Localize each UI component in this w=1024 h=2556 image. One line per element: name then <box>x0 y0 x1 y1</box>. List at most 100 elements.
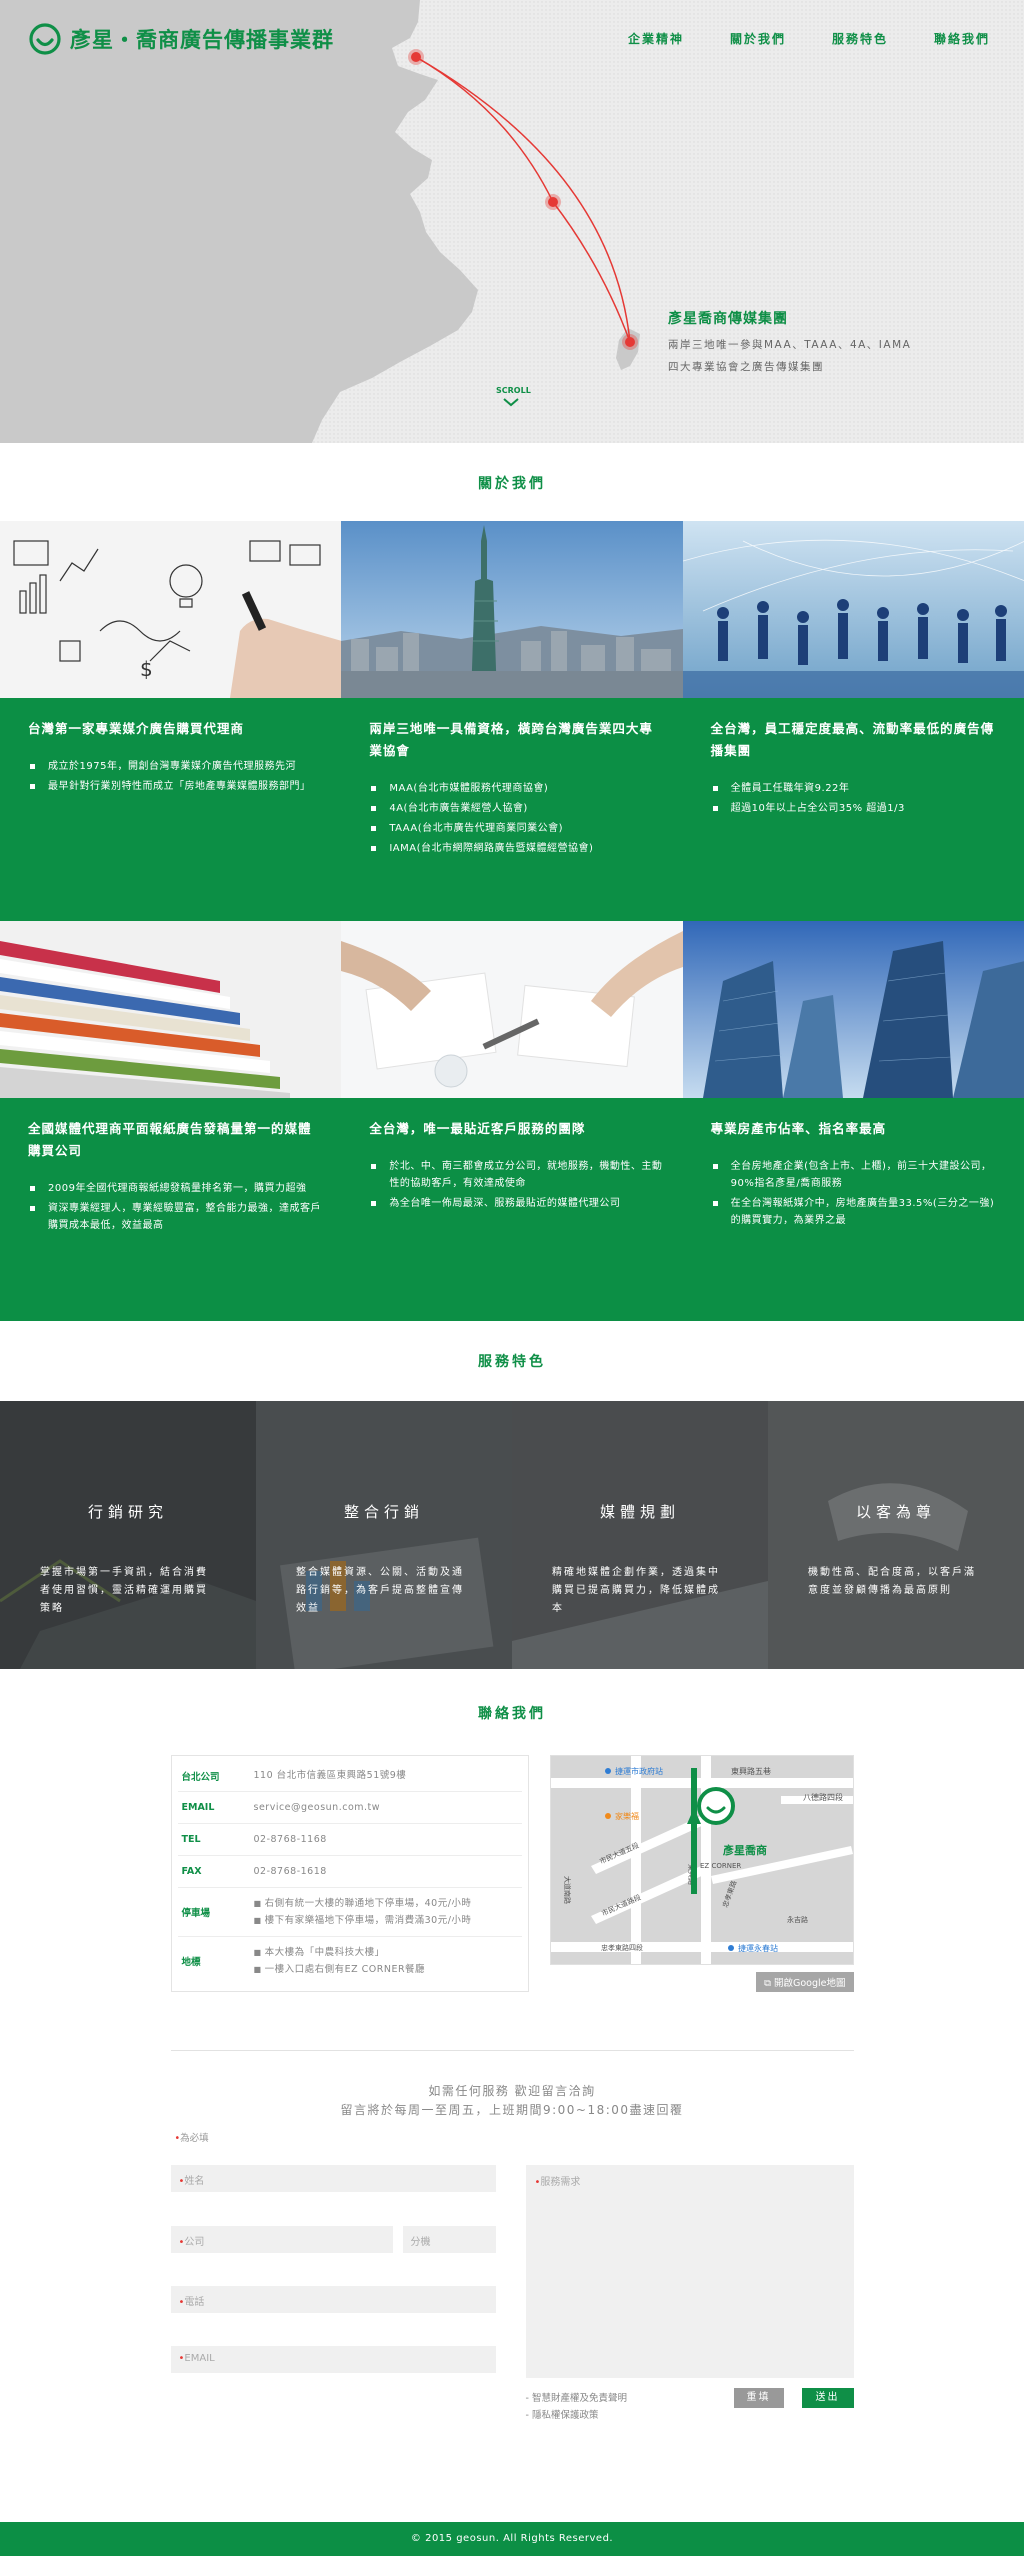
map-label-road4: 大道南路 <box>563 1876 572 1904</box>
about-card-item: 2009年全國代理商報紙總發稿量排名第一，購買力超強 <box>28 1180 321 1197</box>
logo-text: 彥星‧喬商廣告傳播事業群 <box>70 27 334 52</box>
contact-row-landmark: 地標 本大樓為「中農科技大樓」 一樓入口處右側有EZ CORNER餐廳 <box>178 1937 522 1985</box>
service-card-integrated[interactable]: 整合行銷 整合媒體資源、公關、活動及通路行銷等，為客戶提高整體宣傳效益 <box>256 1401 512 1669</box>
nav-services[interactable]: 服務特色 <box>832 30 888 47</box>
contact-row-parking: 停車場 右側有統一大樓的聯通地下停車場，40元/小時 樓下有家樂福地下停車場，需… <box>177 1888 522 1937</box>
submit-button[interactable]: 送出 <box>801 2388 854 2408</box>
parking-line: 右側有統一大樓的聯通地下停車場，40元/小時 <box>254 1895 516 1912</box>
about-card-item: 4A(台北市廣告業經營人協會) <box>369 800 662 817</box>
contact-key: EMAIL <box>181 1802 215 1813</box>
street-map-image[interactable]: 捷運市政府站 東興路五巷 八德路四段 家樂福 市民大道五段 大道南路 東興路 彥… <box>549 1755 854 1965</box>
about-grid: $ 台灣第一家專業媒介廣告購買代理商 成立於1975年，開創台灣專業媒介廣告代理… <box>0 521 1024 1321</box>
privacy-policy-link[interactable]: - 隱私權保護政策 <box>526 2407 627 2424</box>
business-sketch-photo: $ <box>0 521 342 698</box>
required-note-text: 為必填 <box>180 2133 209 2144</box>
email-input[interactable]: •EMAIL <box>170 2346 496 2373</box>
hero-banner: 彥星‧喬商廣告傳播事業群 企業精神 關於我們 服務特色 聯絡我們 彥星喬商傳媒集… <box>0 0 1024 443</box>
nav-about[interactable]: 關於我們 <box>730 30 786 47</box>
smile-logo-icon <box>29 23 61 55</box>
map-label-road8: 永吉路 <box>787 1915 808 1924</box>
about-card-item: 於北、中、南三都會成立分公司，就地服務，機動性、主動性的協助客戶，有效達成使命 <box>369 1158 662 1192</box>
message-textarea[interactable]: •服務需求 <box>525 2165 854 2378</box>
about-card-heading: 全台灣，員工穩定度最高、流動率最低的廣告傳播集團 <box>710 721 995 758</box>
contact-key: TEL <box>181 1834 201 1845</box>
team-celebration-photo <box>682 521 1024 698</box>
scroll-indicator[interactable]: SCROLL <box>496 386 531 407</box>
about-section: 關於我們 $ 台灣第一家專業媒介廣告購買代理商 成立於1975年，開創台灣專業媒… <box>0 443 1024 1321</box>
map-label-company: 彥星喬商 <box>722 1843 767 1857</box>
scroll-label: SCROLL <box>496 386 531 395</box>
about-card-3: 全台灣，員工穩定度最高、流動率最低的廣告傳播集團 全體員工任職年資9.22年 超… <box>683 698 1024 921</box>
services-section: 服務特色 行銷研究 掌握市場第一手資訊，結合消費者使用習慣，靈活精確運用購買策略 <box>0 1321 1024 1669</box>
message-placeholder: 服務需求 <box>540 2177 581 2188</box>
nav-spirit[interactable]: 企業精神 <box>628 30 684 47</box>
phone-placeholder: 電話 <box>184 2297 205 2308</box>
service-title: 以客為尊 <box>855 1503 936 1521</box>
hero-line-1: 兩岸三地唯一參與MAA、TAAA、4A、IAMA <box>668 339 912 351</box>
service-title: 媒體規劃 <box>599 1503 680 1521</box>
contact-row-fax: FAX 02-8768-1618 <box>177 1856 522 1888</box>
map-label-ezcorner: EZ CORNER <box>700 1862 741 1870</box>
site-footer: © 2015 geosun. All Rights Reserved. <box>0 2522 1024 2556</box>
nav-contact[interactable]: 聯絡我們 <box>934 30 990 47</box>
service-title: 整合行銷 <box>343 1503 424 1521</box>
hero-info: 彥星喬商傳媒集團 兩岸三地唯一參與MAA、TAAA、4A、IAMA 四大專業協會… <box>668 308 911 374</box>
extension-input[interactable]: 分機 <box>402 2226 496 2253</box>
service-card-research[interactable]: 行銷研究 掌握市場第一手資訊，結合消費者使用習慣，靈活精確運用購買策略 <box>0 1401 256 1669</box>
contact-title: 聯絡我們 <box>478 1706 546 1722</box>
about-card-item: 全台房地產企業(包含上市、上櫃)，前三十大建設公司，90%指名彥星/喬商服務 <box>711 1158 1004 1192</box>
about-card-item: MAA(台北市媒體服務代理商協會) <box>369 780 662 797</box>
contact-row-tel: TEL 02-8768-1168 <box>177 1824 522 1856</box>
service-desc: 精確地媒體企劃作業，透過集中購買已提高購買力，降低媒體成本 <box>552 1567 720 1614</box>
about-card-1: 台灣第一家專業媒介廣告購買代理商 成立於1975年，開創台灣專業媒介廣告代理服務… <box>0 698 341 921</box>
landmark-line: 一樓入口處右側有EZ CORNER餐廳 <box>254 1961 516 1978</box>
location-map: 捷運市政府站 東興路五巷 八德路四段 家樂福 市民大道五段 大道南路 東興路 彥… <box>549 1755 854 1992</box>
site-logo[interactable]: 彥星‧喬商廣告傳播事業群 <box>28 22 334 56</box>
section-divider <box>170 2050 854 2051</box>
contact-email-link[interactable]: service@geosun.com.tw <box>248 1792 522 1823</box>
chevron-down-icon <box>503 398 519 407</box>
phone-input[interactable]: •電話 <box>170 2286 496 2313</box>
map-label-carrefour: 家樂福 <box>615 1811 639 1821</box>
contact-value: 110 台北市信義區東興路51號9樓 <box>253 1770 407 1781</box>
google-map-label: 開啟Google地圖 <box>773 1978 846 1989</box>
service-title: 行銷研究 <box>87 1503 168 1521</box>
about-card-5: 全台灣，唯一最貼近客戶服務的團隊 於北、中、南三都會成立分公司，就地服務，機動性… <box>341 1098 682 1321</box>
hero-title: 彥星喬商傳媒集團 <box>668 311 788 327</box>
open-google-map-button[interactable]: ⧉ 開啟Google地圖 <box>756 1972 854 1992</box>
extension-placeholder: 分機 <box>410 2237 431 2248</box>
service-card-media-planning[interactable]: 媒體規劃 精確地媒體企劃作業，透過集中購買已提高購買力，降低媒體成本 <box>512 1401 768 1669</box>
about-card-6: 專業房產市佔率、指名率最高 全台房地產企業(包含上市、上櫃)，前三十大建設公司，… <box>683 1098 1024 1321</box>
name-placeholder: 姓名 <box>184 2176 205 2187</box>
map-label-road9: 忠孝東路四段 <box>601 1943 643 1952</box>
map-label-mrt1: 捷運市政府站 <box>615 1766 663 1776</box>
about-card-item: TAAA(台北市廣告代理商業同業公會) <box>369 820 662 837</box>
main-nav: 企業精神 關於我們 服務特色 聯絡我們 <box>628 30 990 47</box>
about-card-item: 為全台唯一佈局最深、服務最貼近的媒體代理公司 <box>369 1195 662 1212</box>
services-title: 服務特色 <box>478 1354 546 1370</box>
about-card-heading: 台灣第一家專業媒介廣告購買代理商 <box>28 721 245 736</box>
external-link-icon: ⧉ <box>764 1978 774 1989</box>
required-note: •為必填 <box>175 2130 209 2144</box>
about-card-heading: 專業房產市佔率、指名率最高 <box>710 1121 887 1136</box>
service-card-customer-first[interactable]: 以客為尊 機動性高、配合度高，以客戶滿意度並發顧傳播為最高原則 <box>768 1401 1024 1669</box>
company-input[interactable]: •公司 <box>170 2226 393 2253</box>
map-label-road2: 八德路四段 <box>803 1792 843 1802</box>
service-desc: 掌握市場第一手資訊，結合消費者使用習慣，靈活精確運用購買策略 <box>40 1567 208 1614</box>
about-card-item: 資深專業經理人，專業經驗豐富，整合能力最強，達成客戶購買成本最低，效益最高 <box>28 1200 321 1234</box>
service-desc: 機動性高、配合度高，以客戶滿意度並發顧傳播為最高原則 <box>808 1567 976 1596</box>
contact-key: FAX <box>181 1866 202 1877</box>
contact-key: 台北公司 <box>181 1771 220 1783</box>
skyscrapers-photo <box>682 921 1024 1098</box>
reset-button[interactable]: 重填 <box>733 2388 784 2408</box>
email-placeholder: EMAIL <box>184 2353 215 2364</box>
name-input[interactable]: •姓名 <box>170 2165 496 2192</box>
asia-map-illustration <box>0 0 1024 443</box>
about-card-item: IAMA(台北市網際網路廣告暨媒體經營協會) <box>369 840 662 857</box>
map-label-road1: 東興路五巷 <box>731 1766 771 1776</box>
landmark-line: 本大樓為「中農科技大樓」 <box>254 1944 516 1961</box>
ip-disclaimer-link[interactable]: - 智慧財產權及免責聲明 <box>526 2390 627 2407</box>
about-card-2: 兩岸三地唯一具備資格，橫跨台灣廣告業四大專業協會 MAA(台北市媒體服務代理商協… <box>341 698 682 921</box>
about-card-heading: 兩岸三地唯一具備資格，橫跨台灣廣告業四大專業協會 <box>369 721 653 758</box>
contact-row-email: EMAIL service@geosun.com.tw <box>177 1792 522 1824</box>
